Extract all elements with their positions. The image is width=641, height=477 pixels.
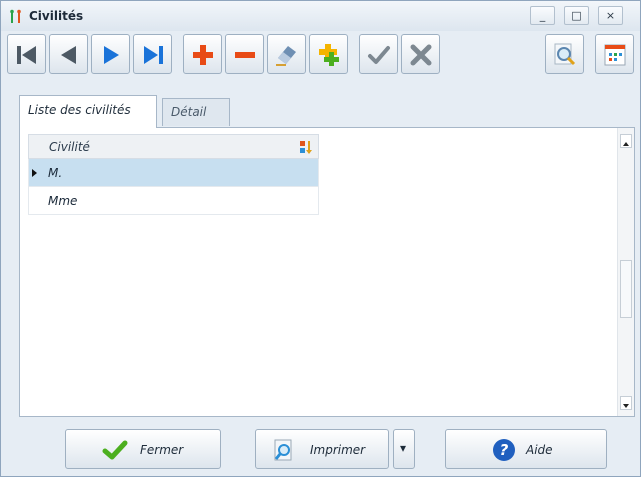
title-bar[interactable]: Civilités _ □ × xyxy=(1,1,640,31)
print-label: Imprimer xyxy=(310,443,366,457)
sort-icon[interactable] xyxy=(299,139,313,155)
magnifier-icon xyxy=(554,43,576,66)
help-icon: ? xyxy=(493,439,515,461)
table-row[interactable]: Mme xyxy=(28,187,319,215)
window-title: Civilités xyxy=(29,9,84,23)
scroll-down-arrow[interactable] xyxy=(620,396,632,410)
chevron-down-icon: ▾ xyxy=(400,441,407,455)
search-button[interactable] xyxy=(545,34,584,74)
first-record-button[interactable] xyxy=(7,34,46,74)
calendar-icon xyxy=(604,44,626,66)
duplicate-record-button[interactable] xyxy=(309,34,348,74)
edit-record-button[interactable] xyxy=(267,34,306,74)
vertical-scrollbar[interactable] xyxy=(617,128,634,416)
print-options-dropdown[interactable]: ▾ xyxy=(393,429,415,469)
print-preview-icon xyxy=(274,439,292,461)
minimize-button[interactable]: _ xyxy=(530,6,555,25)
app-icon xyxy=(10,9,21,23)
validate-button[interactable] xyxy=(359,34,398,74)
print-button[interactable]: Imprimer xyxy=(255,429,389,469)
scroll-thumb[interactable] xyxy=(620,260,632,318)
next-record-button[interactable] xyxy=(91,34,130,74)
cell-civilite: Mme xyxy=(48,194,78,208)
previous-record-button[interactable] xyxy=(49,34,88,74)
close-button[interactable]: × xyxy=(598,6,623,25)
check-icon xyxy=(368,46,390,64)
last-icon xyxy=(144,46,163,64)
help-button[interactable]: ? Aide xyxy=(445,429,607,469)
filter-button[interactable] xyxy=(595,34,634,74)
maximize-button[interactable]: □ xyxy=(564,6,589,25)
close-form-label: Fermer xyxy=(140,443,184,457)
duplicate-icon xyxy=(319,44,339,66)
civilites-grid: Civilité M. Mme xyxy=(28,134,319,215)
plus-icon xyxy=(193,45,213,65)
previous-icon xyxy=(61,46,76,64)
cancel-button[interactable] xyxy=(401,34,440,74)
table-row[interactable]: M. xyxy=(28,159,319,187)
next-icon xyxy=(104,46,119,64)
current-row-marker xyxy=(32,169,37,177)
civilites-window: Civilités _ □ × Liste des civilités Déta… xyxy=(0,0,641,477)
svg-text:?: ? xyxy=(500,441,509,459)
column-header-label: Civilité xyxy=(49,140,90,154)
toolbar xyxy=(7,34,637,80)
first-icon xyxy=(17,46,36,64)
list-panel: Civilité M. Mme xyxy=(19,127,635,417)
delete-record-button[interactable] xyxy=(225,34,264,74)
tab-detail[interactable]: Détail xyxy=(162,98,230,126)
close-form-button[interactable]: Fermer xyxy=(65,429,221,469)
scroll-up-arrow[interactable] xyxy=(620,134,632,148)
add-record-button[interactable] xyxy=(183,34,222,74)
check-icon xyxy=(102,440,128,460)
help-label: Aide xyxy=(526,443,553,457)
last-record-button[interactable] xyxy=(133,34,172,74)
arrow-up-icon xyxy=(623,142,629,146)
eraser-icon xyxy=(276,46,296,66)
cell-civilite: M. xyxy=(48,166,63,180)
column-header-civilite[interactable]: Civilité xyxy=(28,134,319,159)
minus-icon xyxy=(235,52,255,58)
cross-icon xyxy=(410,44,432,66)
tab-liste-des-civilites[interactable]: Liste des civilités xyxy=(19,95,157,128)
arrow-down-icon xyxy=(623,404,629,408)
